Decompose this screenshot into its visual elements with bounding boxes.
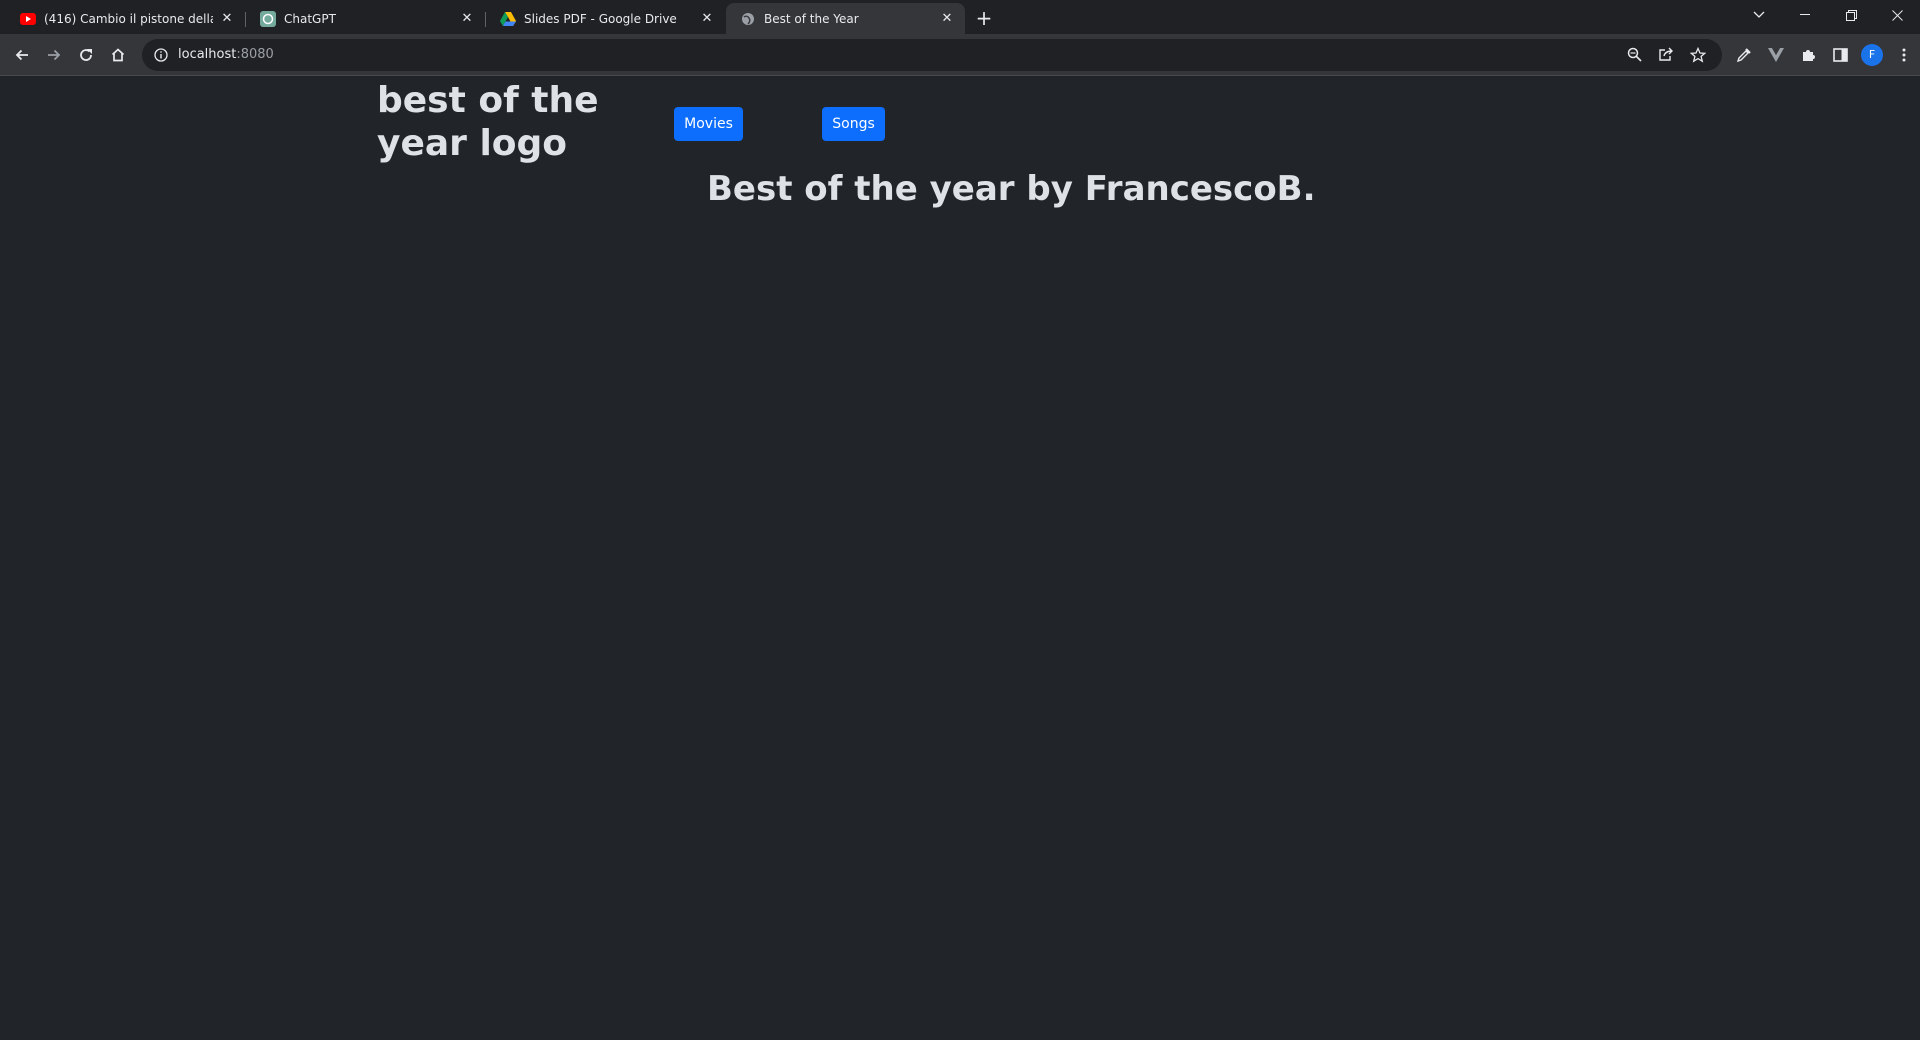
new-tab-button[interactable]: +	[970, 4, 998, 32]
tab-title: Slides PDF - Google Drive	[524, 11, 677, 26]
close-tab-icon[interactable]: ✕	[219, 11, 235, 27]
share-icon[interactable]	[1650, 41, 1682, 69]
tab-list: (416) Cambio il pistone della mi ✕ ChatG…	[0, 0, 998, 34]
menu-kebab-icon[interactable]	[1888, 39, 1920, 71]
tab-title: ChatGPT	[284, 11, 336, 26]
minimize-icon[interactable]	[1782, 0, 1828, 30]
url-host: localhost	[178, 47, 237, 62]
url-text[interactable]: localhost:8080	[178, 47, 1618, 62]
page-content: best of the year logo Movies Songs Best …	[0, 77, 1920, 1040]
profile-avatar[interactable]: F	[1856, 39, 1888, 71]
zoom-icon[interactable]	[1618, 41, 1650, 69]
tab-title: (416) Cambio il pistone della mi	[44, 11, 213, 26]
tab-best-of-the-year[interactable]: Best of the Year ✕	[726, 3, 965, 34]
eyedropper-icon[interactable]	[1728, 39, 1760, 71]
extensions-puzzle-icon[interactable]	[1792, 39, 1824, 71]
home-icon[interactable]	[102, 39, 134, 71]
globe-icon	[740, 11, 756, 27]
close-tab-icon[interactable]: ✕	[699, 11, 715, 27]
page-heading: Best of the year by FrancescoB.	[707, 169, 1316, 209]
tab-chatgpt[interactable]: ChatGPT ✕	[246, 3, 486, 34]
google-drive-icon	[500, 11, 516, 27]
site-info-icon[interactable]	[152, 46, 170, 64]
extensions-area: F	[1728, 39, 1920, 71]
forward-icon[interactable]	[38, 39, 70, 71]
address-bar[interactable]: localhost:8080	[142, 38, 1722, 71]
restore-icon[interactable]	[1828, 0, 1874, 30]
close-tab-icon[interactable]: ✕	[939, 11, 955, 27]
url-port: :8080	[236, 47, 274, 62]
avatar: F	[1861, 43, 1883, 66]
tab-strip: (416) Cambio il pistone della mi ✕ ChatG…	[0, 0, 1920, 34]
back-icon[interactable]	[6, 39, 38, 71]
tab-youtube[interactable]: (416) Cambio il pistone della mi ✕	[6, 3, 246, 34]
tab-search-icon[interactable]	[1736, 0, 1782, 30]
site-logo[interactable]: best of the year logo	[377, 79, 657, 165]
address-bar-actions	[1618, 41, 1714, 69]
side-panel-icon[interactable]	[1824, 39, 1856, 71]
tab-title: Best of the Year	[764, 11, 859, 26]
chatgpt-icon	[260, 10, 276, 27]
movies-button[interactable]: Movies	[674, 107, 743, 141]
tab-google-drive[interactable]: Slides PDF - Google Drive ✕	[486, 3, 725, 34]
close-tab-icon[interactable]: ✕	[459, 11, 475, 27]
reload-icon[interactable]	[70, 39, 102, 71]
songs-button[interactable]: Songs	[822, 107, 885, 141]
vue-devtools-icon[interactable]	[1760, 39, 1792, 71]
bookmark-star-icon[interactable]	[1682, 41, 1714, 69]
close-window-icon[interactable]	[1874, 0, 1920, 30]
window-controls	[1736, 0, 1920, 30]
navigation-buttons	[0, 39, 134, 71]
youtube-icon	[20, 11, 36, 27]
browser-toolbar: localhost:8080 F	[0, 34, 1920, 76]
